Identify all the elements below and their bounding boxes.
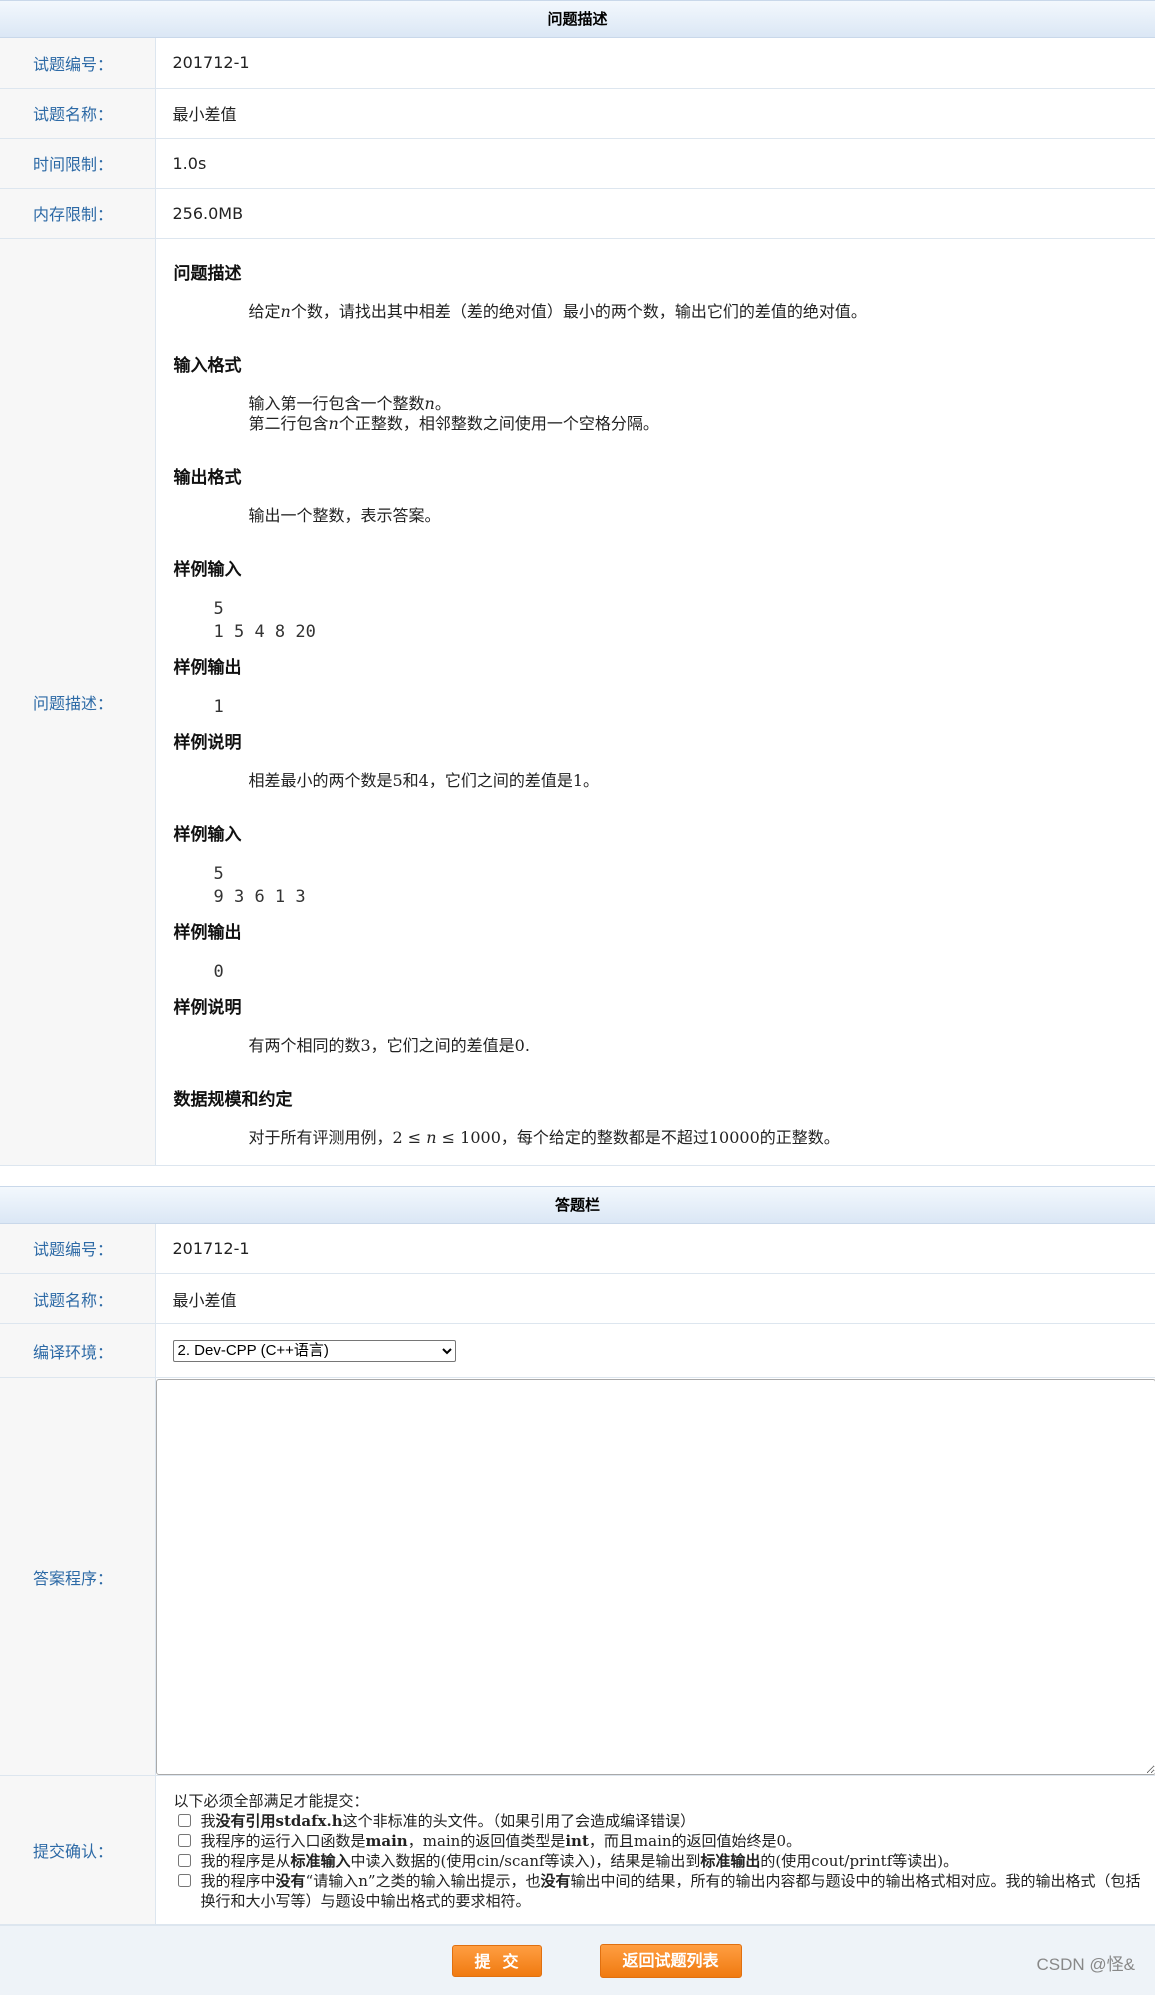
time-limit-value: 1.0s [155, 138, 1155, 188]
confirm-row: 提交确认： 以下必须全部满足才能提交： 我没有引用stdafx.h这个非标准的头… [0, 1776, 1155, 1925]
description-label: 问题描述： [0, 238, 155, 1165]
compiler-env-row: 编译环境： 2. Dev-CPP (C++语言) [0, 1324, 1155, 1378]
sample-output-title-2: 样例输出 [174, 923, 1155, 943]
output-format-title: 输出格式 [174, 468, 1155, 488]
sample-input-title-1: 样例输入 [174, 560, 1155, 580]
confirm-checkbox-1[interactable] [178, 1814, 191, 1827]
answer-name-row: 试题名称： 最小差值 [0, 1274, 1155, 1324]
answer-id-row: 试题编号： 201712-1 [0, 1224, 1155, 1274]
description-content: 问题描述 给定n个数，请找出其中相差（差的绝对值）最小的两个数，输出它们的差值的… [155, 238, 1155, 1165]
answer-id-value: 201712-1 [155, 1224, 1155, 1274]
problem-name-label: 试题名称： [0, 88, 155, 138]
memory-limit-label: 内存限制： [0, 188, 155, 238]
confirm-item-1: 我没有引用stdafx.h这个非标准的头文件。（如果引用了会造成编译错误） [174, 1811, 1155, 1831]
confirm-checkbox-3[interactable] [178, 1854, 191, 1867]
answer-form-table: 试题编号： 201712-1 试题名称： 最小差值 编译环境： 2. Dev-C… [0, 1224, 1155, 1926]
input-format-title: 输入格式 [174, 356, 1155, 376]
back-to-list-button[interactable]: 返回试题列表 [600, 1944, 742, 1978]
confirm-item-4: 我的程序中没有“请输入n”之类的输入输出提示，也没有输出中间的结果，所有的输出内… [174, 1871, 1155, 1911]
description-row: 问题描述： 问题描述 给定n个数，请找出其中相差（差的绝对值）最小的两个数，输出… [0, 238, 1155, 1165]
code-textarea[interactable] [156, 1379, 1155, 1775]
answer-id-label: 试题编号： [0, 1224, 155, 1274]
memory-limit-row: 内存限制： 256.0MB [0, 188, 1155, 238]
sample-output-1: 1 [214, 696, 1155, 719]
confirm-checkbox-4[interactable] [178, 1874, 191, 1887]
button-bar: 提交 返回试题列表 [0, 1925, 1155, 1995]
sample-input-title-2: 样例输入 [174, 825, 1155, 845]
confirm-intro: 以下必须全部满足才能提交： [174, 1791, 1155, 1811]
sample-explain-title-2: 样例说明 [174, 998, 1155, 1018]
problem-id-label: 试题编号： [0, 38, 155, 88]
answer-name-value: 最小差值 [155, 1274, 1155, 1324]
output-format-text: 输出一个整数，表示答案。 [249, 506, 1155, 526]
code-row: 答案程序： [0, 1378, 1155, 1776]
data-scale-text: 对于所有评测用例，2 ≤ n ≤ 1000，每个给定的整数都是不超过10000的… [249, 1128, 1155, 1148]
submit-button[interactable]: 提交 [452, 1945, 542, 1977]
sample-explain-2: 有两个相同的数3，它们之间的差值是0. [249, 1036, 1155, 1056]
sample-output-2: 0 [214, 961, 1155, 984]
answer-section-header: 答题栏 [0, 1186, 1155, 1224]
compiler-env-label: 编译环境： [0, 1324, 155, 1378]
confirm-label: 提交确认： [0, 1776, 155, 1925]
memory-limit-value: 256.0MB [155, 188, 1155, 238]
input-format-line1: 输入第一行包含一个整数n。 [249, 394, 1155, 414]
time-limit-label: 时间限制： [0, 138, 155, 188]
sample-input-2: 5 9 3 6 1 3 [214, 863, 1155, 909]
problem-section-header: 问题描述 [0, 0, 1155, 38]
code-label: 答案程序： [0, 1378, 155, 1776]
sample-explain-1: 相差最小的两个数是5和4，它们之间的差值是1。 [249, 771, 1155, 791]
sample-explain-title-1: 样例说明 [174, 733, 1155, 753]
confirm-item-2: 我程序的运行入口函数是main，main的返回值类型是int，而且main的返回… [174, 1831, 1155, 1851]
problem-id-value: 201712-1 [155, 38, 1155, 88]
watermark: CSDN @怪& [1037, 1950, 1136, 1975]
sample-output-title-1: 样例输出 [174, 658, 1155, 678]
desc-title: 问题描述 [174, 264, 1155, 284]
confirm-checkbox-2[interactable] [178, 1834, 191, 1847]
problem-info-table: 试题编号： 201712-1 试题名称： 最小差值 时间限制： 1.0s 内存限… [0, 38, 1155, 1166]
confirm-item-3: 我的程序是从标准输入中读入数据的(使用cin/scanf等读入)，结果是输出到标… [174, 1851, 1155, 1871]
input-format-line2: 第二行包含n个正整数，相邻整数之间使用一个空格分隔。 [249, 414, 1155, 434]
problem-name-row: 试题名称： 最小差值 [0, 88, 1155, 138]
sample-input-1: 5 1 5 4 8 20 [214, 598, 1155, 644]
answer-name-label: 试题名称： [0, 1274, 155, 1324]
compiler-env-select[interactable]: 2. Dev-CPP (C++语言) [173, 1340, 456, 1362]
problem-name-value: 最小差值 [155, 88, 1155, 138]
desc-paragraph: 给定n个数，请找出其中相差（差的绝对值）最小的两个数，输出它们的差值的绝对值。 [249, 302, 1155, 322]
problem-id-row: 试题编号： 201712-1 [0, 38, 1155, 88]
data-scale-title: 数据规模和约定 [174, 1090, 1155, 1110]
time-limit-row: 时间限制： 1.0s [0, 138, 1155, 188]
